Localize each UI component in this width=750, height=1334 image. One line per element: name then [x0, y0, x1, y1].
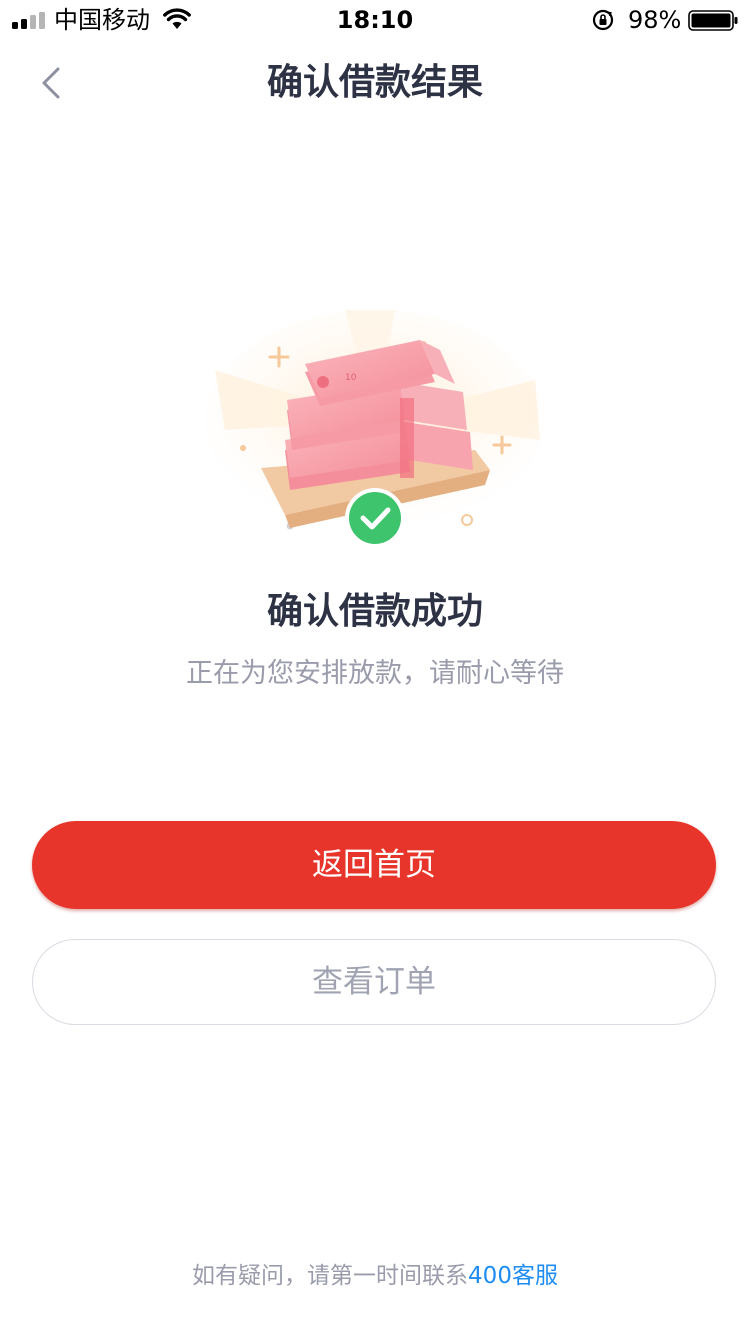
- page-title: 确认借款结果: [266, 62, 483, 103]
- success-check-icon: [345, 488, 405, 548]
- result-subtitle: 正在为您安排放款，请耐心等待: [186, 658, 564, 689]
- svg-text:10: 10: [345, 373, 357, 383]
- battery-icon: [688, 10, 738, 31]
- battery-percent: 98%: [628, 6, 682, 34]
- footer-help: 如有疑问，请第一时间联系400客服: [0, 1258, 750, 1294]
- back-to-home-button[interactable]: 返回首页: [32, 821, 716, 909]
- result-title: 确认借款成功: [266, 591, 483, 632]
- money-success-illustration: 10: [205, 310, 545, 548]
- rotation-lock-icon: [592, 9, 614, 31]
- status-bar: 中国移动 18:10 98%: [0, 0, 750, 40]
- customer-service-link[interactable]: 400客服: [468, 1263, 558, 1289]
- view-order-button[interactable]: 查看订单: [32, 939, 716, 1025]
- footer-help-text: 如有疑问，请第一时间联系: [192, 1263, 469, 1289]
